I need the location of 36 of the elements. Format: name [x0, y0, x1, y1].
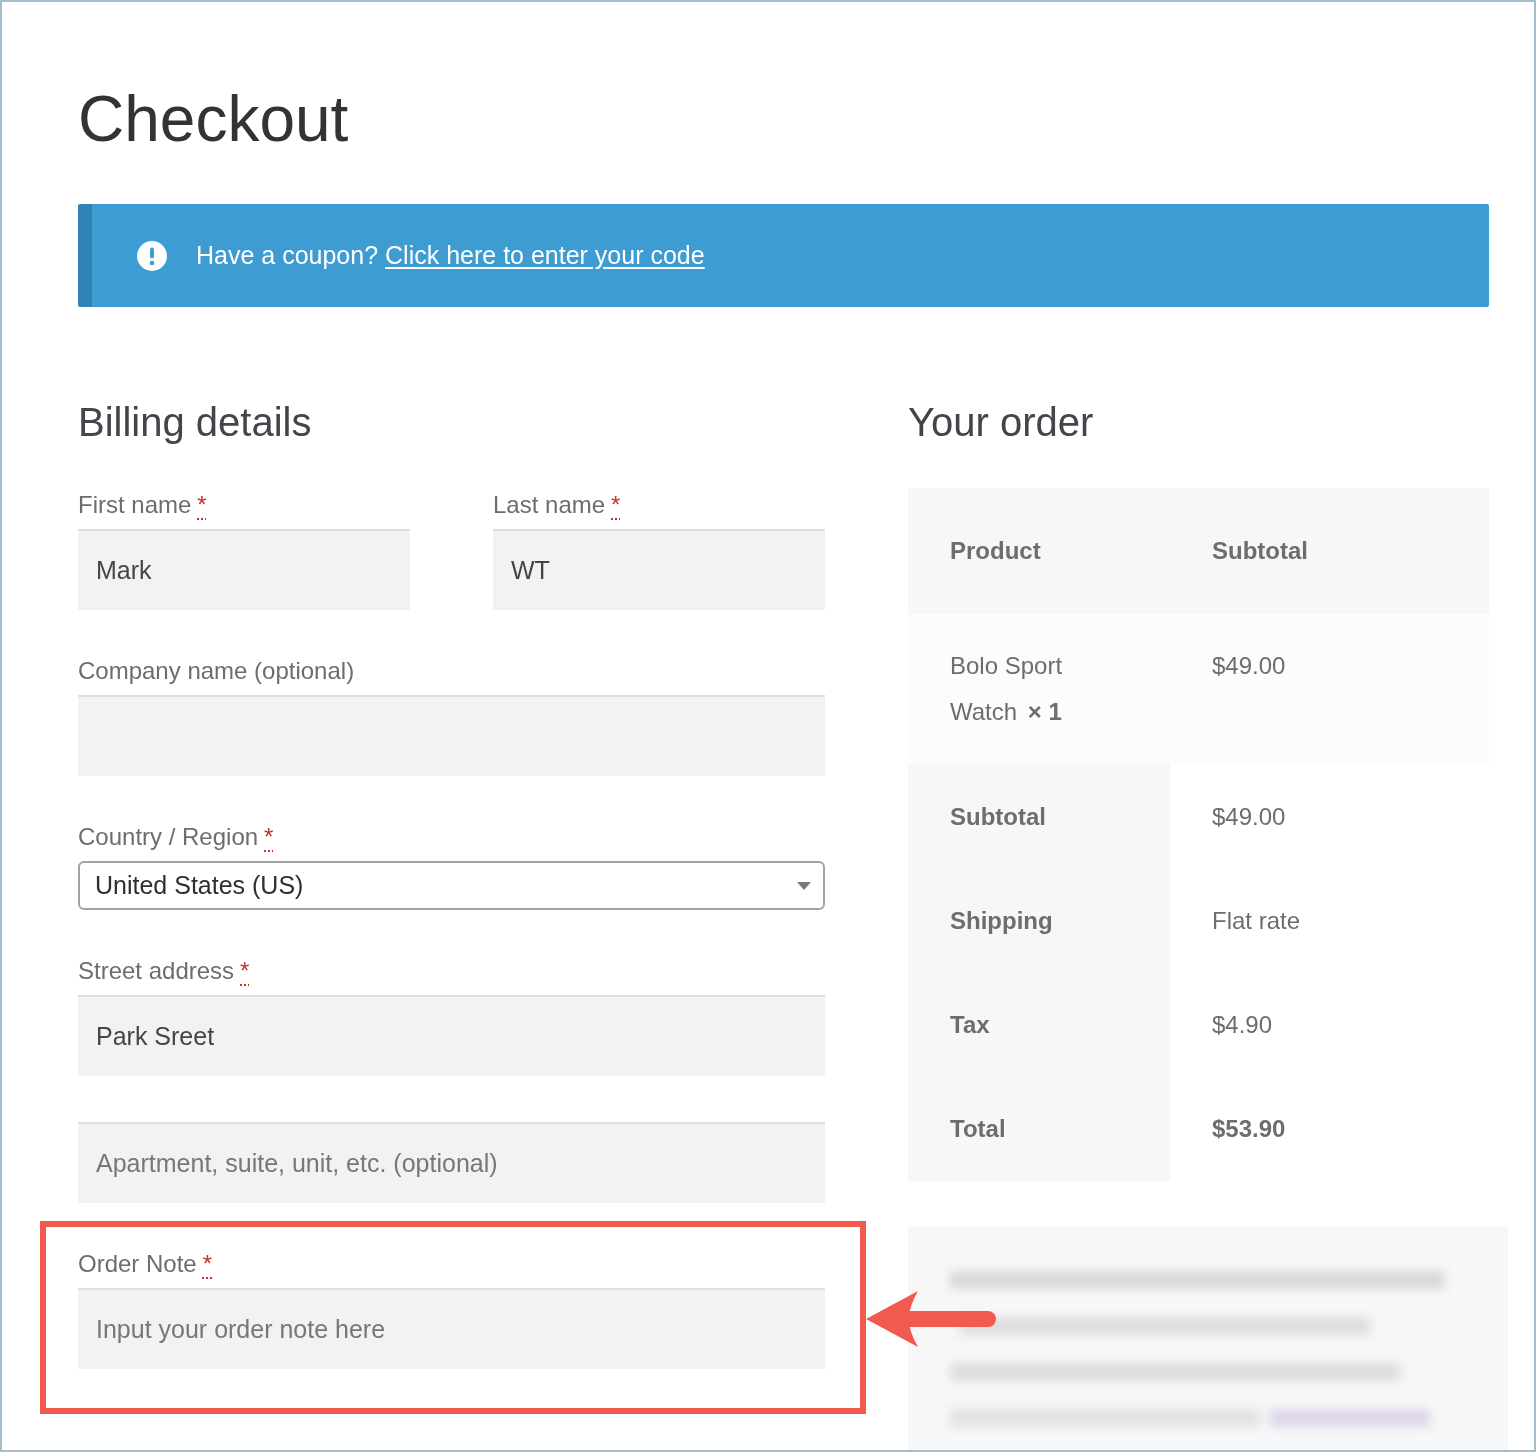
field-label: Company name (optional) — [78, 656, 355, 686]
info-icon — [137, 240, 167, 271]
required-mark: * — [264, 822, 274, 852]
section-heading: Billing details — [78, 399, 312, 446]
total-value: $49.00 — [1212, 802, 1286, 832]
input-field[interactable]: Input your order note here — [78, 1288, 825, 1369]
dropdown-select[interactable]: United States (US) — [78, 861, 825, 910]
input-field[interactable]: Apartment, suite, unit, etc. (optional) — [78, 1122, 825, 1203]
required-mark: * — [202, 1249, 213, 1279]
input-field[interactable]: Mark — [78, 529, 410, 610]
total-value: $53.90 — [1212, 1114, 1286, 1144]
total-label: Tax — [908, 973, 1170, 1077]
required-mark: * — [197, 490, 207, 520]
field-label: Last name — [493, 490, 606, 520]
total-label: Shipping — [908, 869, 1170, 973]
field-label: Street address — [78, 956, 235, 986]
section-heading: Your order — [908, 399, 1094, 446]
total-value: $4.90 — [1212, 1010, 1273, 1040]
product-name: Bolo Sport Watch × 1 — [950, 651, 1064, 727]
field-label: First name — [78, 490, 192, 520]
input-field[interactable] — [78, 695, 825, 776]
field-label: Order Note — [78, 1249, 197, 1279]
page-title: Checkout — [78, 82, 349, 157]
total-label: Subtotal — [908, 765, 1170, 869]
required-mark: * — [611, 490, 621, 520]
input-field[interactable]: Park Sreet — [78, 995, 825, 1076]
column-header: Subtotal — [1212, 537, 1308, 564]
item-subtotal: $49.00 — [1212, 652, 1286, 679]
notice-message: Have a coupon? Click here to enter your code — [196, 239, 705, 271]
field-label: Country / Region — [78, 822, 259, 852]
column-header: Product — [950, 537, 1041, 564]
total-label: Total — [908, 1077, 1170, 1181]
input-field[interactable]: WT — [493, 529, 825, 610]
caret-icon — [797, 881, 811, 890]
total-value: Flat rate — [1212, 906, 1301, 936]
required-mark: * — [240, 956, 250, 986]
